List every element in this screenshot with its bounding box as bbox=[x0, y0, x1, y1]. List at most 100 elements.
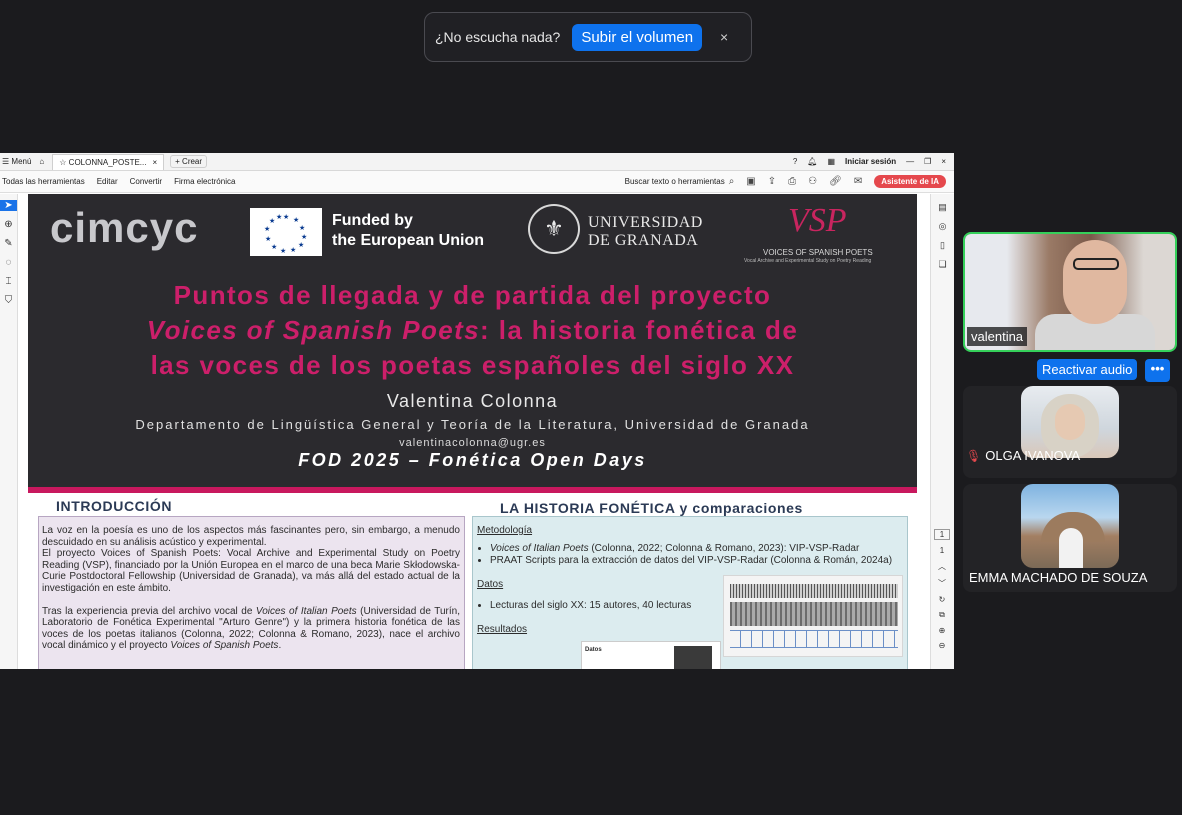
document-icon[interactable]: ▯ bbox=[931, 240, 954, 251]
participant-tile-emma[interactable]: EMMA MACHADO DE SOUZA bbox=[963, 484, 1177, 592]
poster-title-italic: Voices of Spanish Poets bbox=[146, 315, 481, 345]
unmute-audio-button[interactable]: Reactivar audio bbox=[1037, 359, 1138, 380]
all-tools-button[interactable]: Todas las herramientas bbox=[2, 177, 85, 186]
vsp-logo-subtitle: Vocal Archive and Experimental Study on … bbox=[744, 258, 872, 264]
bell-icon[interactable]: 🔔︎ bbox=[807, 157, 817, 166]
text-select-icon[interactable]: ⌶ bbox=[0, 276, 17, 287]
participant-face bbox=[1063, 240, 1127, 324]
ugr-line-2: DE GRANADA bbox=[588, 232, 699, 249]
esign-button[interactable]: Firma electrónica bbox=[174, 177, 235, 186]
rotate-icon[interactable]: ↻ bbox=[934, 595, 950, 604]
poster-header: cimcyc ★ ★ ★ ★ ★ ★ ★ ★ ★ ★ ★ ★ Funded by bbox=[28, 194, 917, 487]
history-heading: LA HISTORIA FONÉTICA y comparaciones bbox=[500, 500, 803, 516]
star-icon[interactable]: ☆ bbox=[59, 158, 68, 167]
hamburger-menu-icon[interactable]: ☰ Menú bbox=[2, 157, 31, 166]
header-divider bbox=[28, 487, 917, 493]
intro-paragraph-2: Tras la experiencia previa del archivo v… bbox=[42, 606, 460, 652]
datos-figure: Datos bbox=[581, 641, 721, 669]
methodology-item-2: PRAAT Scripts para la extracción de dato… bbox=[490, 555, 910, 567]
lasso-icon[interactable]: ◌ bbox=[0, 257, 17, 268]
participant-name: valentina bbox=[967, 327, 1028, 346]
left-tool-rail: ➤ ⊕ ✎ ◌ ⌶ ⛉ bbox=[0, 194, 18, 669]
eu-funding-text: Funded by the European Union bbox=[332, 211, 484, 251]
app-title-bar: ☰ Menú ⌂ ☆ COLONNA_POSTE... × + Crear ? … bbox=[0, 153, 954, 171]
zoom-icon[interactable]: ⊕ bbox=[0, 219, 17, 230]
zoom-out-icon[interactable]: ⊖ bbox=[934, 641, 950, 650]
mail-icon[interactable]: ✉ bbox=[854, 176, 862, 187]
help-icon[interactable]: ? bbox=[793, 157, 797, 166]
close-icon[interactable]: × bbox=[720, 29, 728, 45]
search-icon[interactable]: ⌕ bbox=[729, 176, 735, 187]
tab-title: COLONNA_POSTE... bbox=[68, 157, 147, 167]
method-item1-italic: Voices of Italian Poets bbox=[490, 542, 589, 554]
intro-section: La voz en la poesía es uno de los aspect… bbox=[38, 516, 465, 669]
university-crest-icon: ⚜ bbox=[528, 204, 580, 254]
spectrogram-figure bbox=[723, 575, 903, 657]
vsp-logo-mark: VSP bbox=[788, 202, 847, 239]
avatar-person bbox=[1059, 528, 1083, 568]
ugr-logo-text: UNIVERSIDAD DE GRANADA bbox=[588, 214, 703, 250]
current-page-field[interactable]: 1 bbox=[934, 529, 950, 540]
poster-event: FOD 2025 – Fonética Open Days bbox=[298, 450, 647, 470]
avatar-face bbox=[1055, 404, 1085, 440]
page-up-icon[interactable]: ︿ bbox=[934, 561, 950, 572]
print-icon[interactable]: ⎙ bbox=[788, 176, 796, 187]
ai-assistant-button[interactable]: Asistente de IA bbox=[874, 175, 946, 188]
pages-icon[interactable]: ❏ bbox=[931, 259, 954, 270]
total-pages: 1 bbox=[939, 546, 945, 555]
select-cursor-icon[interactable]: ➤ bbox=[0, 200, 17, 211]
participant-tile-valentina[interactable]: valentina bbox=[963, 232, 1177, 352]
annotation-tier bbox=[730, 630, 898, 648]
home-icon[interactable]: ⌂ bbox=[39, 157, 44, 166]
sign-in-link[interactable]: Iniciar sesión bbox=[845, 157, 896, 166]
stamp-icon[interactable]: ⛉ bbox=[0, 295, 17, 306]
waveform bbox=[730, 584, 898, 598]
poster-email: valentinacolonna@ugr.es bbox=[399, 437, 546, 449]
poster-title-line-1: Puntos de llegada y de partida del proye… bbox=[173, 280, 772, 310]
intro-heading: INTRODUCCIÓN bbox=[56, 498, 173, 514]
convert-button[interactable]: Convertir bbox=[130, 177, 162, 186]
participant-name: EMMA MACHADO DE SOUZA bbox=[969, 570, 1148, 585]
meeting-stage: ¿No escucha nada? Subir el volumen × ☰ M… bbox=[0, 0, 1182, 815]
tab-close-icon[interactable]: × bbox=[152, 158, 157, 167]
comment-icon[interactable]: ◎ bbox=[931, 221, 954, 232]
poster-title-rest: : la historia fonética de bbox=[480, 315, 799, 345]
ugr-line-1: UNIVERSIDAD bbox=[588, 214, 703, 231]
save-icon[interactable]: ▣ bbox=[746, 176, 755, 187]
search-tools-field[interactable]: Buscar texto o herramientas bbox=[625, 177, 725, 186]
page-down-icon[interactable]: ﹀ bbox=[934, 578, 950, 589]
intro-text-3c: . bbox=[278, 640, 282, 652]
panel-icon[interactable]: ▤ bbox=[931, 202, 954, 213]
acrobat-toolbar: Todas las herramientas Editar Convertir … bbox=[0, 171, 954, 193]
right-tool-rail: ▤ ◎ ▯ ❏ 1 1 ︿ ﹀ ↻ ⧉ ⊕ ⊖ bbox=[930, 194, 954, 669]
share-icon[interactable]: ⚇ bbox=[808, 176, 817, 187]
eu-flag-icon: ★ ★ ★ ★ ★ ★ ★ ★ ★ ★ ★ ★ bbox=[250, 208, 322, 256]
banner-message: ¿No escucha nada? bbox=[435, 29, 561, 45]
window-close-icon[interactable]: × bbox=[941, 157, 946, 166]
raise-volume-button[interactable]: Subir el volumen bbox=[572, 23, 703, 51]
methodology-label: Metodología bbox=[477, 525, 533, 536]
restore-icon[interactable]: ❐ bbox=[924, 157, 931, 166]
fit-page-icon[interactable]: ⧉ bbox=[934, 610, 950, 620]
vsp-logo-title: VOICES OF SPANISH POETS bbox=[763, 248, 873, 257]
methodology-list: Voices of Italian Poets (Colonna, 2022; … bbox=[490, 543, 903, 567]
history-section: Metodología Voices of Italian Poets (Col… bbox=[472, 516, 908, 669]
link-icon[interactable]: 🔗︎ bbox=[829, 176, 842, 187]
apps-icon[interactable]: ▦ bbox=[827, 157, 835, 166]
shared-screen: ☰ Menú ⌂ ☆ COLONNA_POSTE... × + Crear ? … bbox=[0, 153, 954, 669]
minimize-icon[interactable]: — bbox=[906, 157, 914, 166]
edit-button[interactable]: Editar bbox=[97, 177, 118, 186]
poster-department: Departamento de Lingüística General y Te… bbox=[135, 417, 810, 432]
participant-tile-olga[interactable]: 🎙︎ OLGA IVANOVA bbox=[963, 386, 1177, 478]
eu-line-2: the European Union bbox=[332, 232, 484, 249]
more-options-button[interactable]: ••• bbox=[1145, 359, 1170, 382]
cimcyc-logo: cimcyc bbox=[50, 204, 199, 251]
participant-glasses bbox=[1073, 258, 1119, 270]
pen-icon[interactable]: ✎ bbox=[0, 238, 17, 249]
upload-icon[interactable]: ⇪ bbox=[768, 176, 776, 187]
document-tab[interactable]: ☆ COLONNA_POSTE... × bbox=[52, 153, 165, 170]
intro-text-1: La voz en la poesía es uno de los aspect… bbox=[42, 525, 460, 548]
new-tab-button[interactable]: + Crear bbox=[170, 155, 208, 168]
spectrogram bbox=[730, 602, 898, 626]
zoom-in-icon[interactable]: ⊕ bbox=[934, 626, 950, 635]
